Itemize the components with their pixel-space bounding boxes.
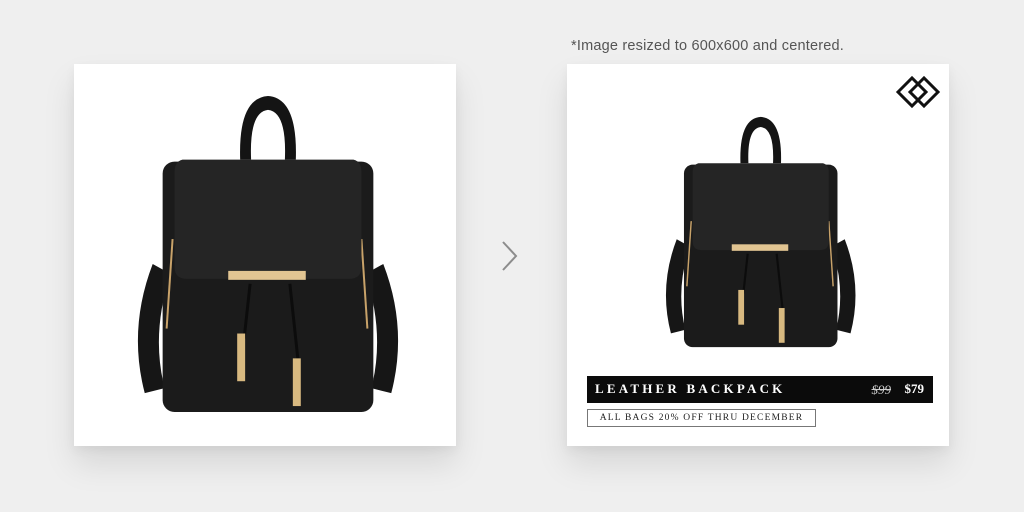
resize-note: *Image resized to 600x600 and centered.	[571, 38, 845, 54]
backpack-image-resized	[665, 116, 856, 348]
old-price: $99	[871, 382, 892, 397]
product-title: LEATHER BACKPACK	[595, 381, 786, 396]
promo-label: ALL BAGS 20% OFF THRU DECEMBER	[587, 409, 816, 427]
generated-image-card: LEATHER BACKPACK $99 $79 ALL BAGS 20% OF…	[567, 64, 949, 446]
backpack-image-original	[137, 95, 399, 413]
brand-logo-icon	[895, 75, 941, 109]
original-image-card	[74, 64, 456, 446]
new-price: $79	[904, 381, 925, 396]
product-banner: LEATHER BACKPACK $99 $79	[587, 376, 933, 403]
chevron-right-icon	[502, 241, 518, 271]
